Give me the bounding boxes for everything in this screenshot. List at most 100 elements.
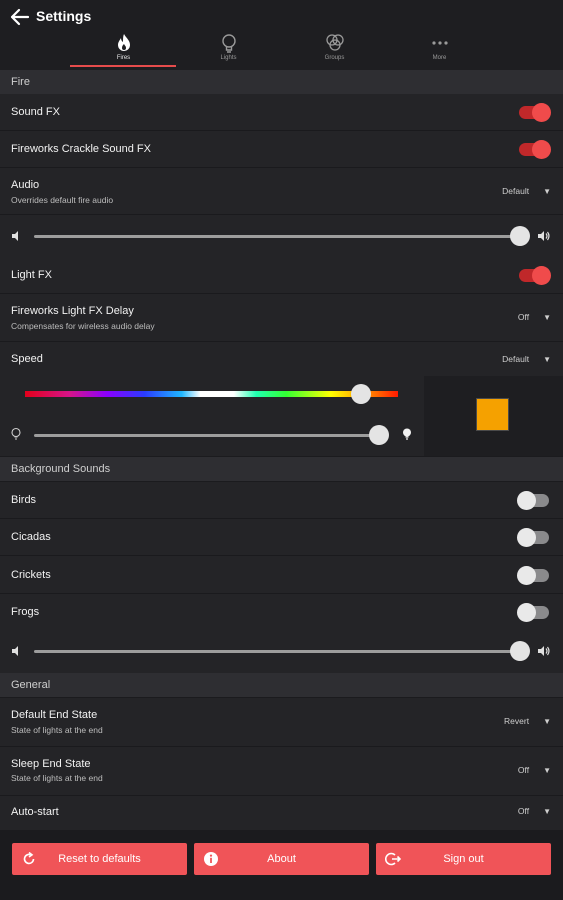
sleep-end-state-dropdown[interactable]: Off ▼ xyxy=(518,765,551,775)
tab-lights[interactable]: Lights xyxy=(176,30,281,68)
setting-label: Crickets xyxy=(11,569,51,581)
dropdown-value: Revert xyxy=(504,716,530,726)
volume-low-icon xyxy=(12,646,18,656)
color-swatch[interactable] xyxy=(476,398,509,431)
fireworks-delay-dropdown[interactable]: Off ▼ xyxy=(518,312,551,322)
tab-label: Groups xyxy=(324,55,345,61)
caret-down-icon: ▼ xyxy=(543,313,551,322)
brightness-slider-handle[interactable] xyxy=(369,425,389,445)
dropdown-value: Off xyxy=(517,765,530,775)
groups-icon xyxy=(325,34,344,51)
setting-audio[interactable]: Audio Overrides default fire audio Defau… xyxy=(0,168,563,215)
tab-label: Fires xyxy=(116,55,131,61)
hue-slider-handle[interactable] xyxy=(351,384,371,404)
flame-icon xyxy=(117,34,130,51)
dropdown-value: Default xyxy=(502,354,530,364)
setting-label: Speed xyxy=(11,353,43,365)
setting-label: Auto-start xyxy=(11,806,59,818)
light-fx-toggle[interactable] xyxy=(517,265,551,285)
volume-slider-handle[interactable] xyxy=(510,226,530,246)
volume-slider-handle[interactable] xyxy=(510,641,530,661)
setting-speed[interactable]: Speed Default ▼ xyxy=(0,342,563,376)
color-preview-area xyxy=(424,376,563,456)
hue-slider-track[interactable] xyxy=(25,391,398,397)
section-header-background-sounds: Background Sounds xyxy=(0,457,563,481)
tab-label: More xyxy=(432,55,447,61)
button-label: About xyxy=(267,853,296,865)
bulb-icon xyxy=(221,34,236,53)
color-controls xyxy=(0,376,563,456)
about-button[interactable]: About xyxy=(194,843,369,875)
auto-start-dropdown[interactable]: Off ▼ xyxy=(518,806,551,816)
section-title: General xyxy=(11,679,51,691)
section-header-general: General xyxy=(0,673,563,697)
setting-sleep-end-state[interactable]: Sleep End State State of lights at the e… xyxy=(0,747,563,796)
top-bar: Settings Fires Lights Groups More xyxy=(0,0,563,70)
setting-label: Default End State xyxy=(11,709,98,721)
setting-label: Frogs xyxy=(11,606,40,618)
setting-crickets[interactable]: Crickets xyxy=(0,556,563,594)
setting-label: Fireworks Light FX Delay xyxy=(11,305,134,317)
fireworks-crackle-toggle[interactable] xyxy=(517,139,551,159)
setting-label: Birds xyxy=(11,494,37,506)
volume-high-icon xyxy=(538,231,550,241)
background-volume-slider-row xyxy=(0,630,563,673)
caret-down-icon: ▼ xyxy=(543,807,551,816)
reset-to-defaults-button[interactable]: Reset to defaults xyxy=(12,843,187,875)
setting-label: Fireworks Crackle Sound FX xyxy=(11,143,151,155)
caret-down-icon: ▼ xyxy=(543,766,551,775)
default-end-state-dropdown[interactable]: Revert ▼ xyxy=(504,716,551,726)
button-label: Reset to defaults xyxy=(58,853,141,865)
section-title: Background Sounds xyxy=(11,463,111,475)
cicadas-toggle[interactable] xyxy=(517,527,551,547)
volume-low-icon xyxy=(12,231,18,241)
active-tab-indicator xyxy=(70,65,176,67)
bulb-bright-icon xyxy=(403,428,411,440)
setting-description: Compensates for wireless audio delay xyxy=(11,321,155,331)
setting-auto-start[interactable]: Auto-start Off ▼ xyxy=(0,796,563,830)
volume-high-icon xyxy=(538,646,550,656)
setting-fireworks-delay[interactable]: Fireworks Light FX Delay Compensates for… xyxy=(0,294,563,342)
more-icon xyxy=(431,41,448,45)
setting-label: Light FX xyxy=(11,269,52,281)
caret-down-icon: ▼ xyxy=(543,717,551,726)
setting-label: Cicadas xyxy=(11,531,51,543)
setting-label: Sound FX xyxy=(11,106,60,118)
page-title: Settings xyxy=(36,8,92,24)
caret-down-icon: ▼ xyxy=(543,355,551,364)
setting-cicadas[interactable]: Cicadas xyxy=(0,519,563,556)
button-label: Sign out xyxy=(443,853,484,865)
sign-out-button[interactable]: Sign out xyxy=(376,843,551,875)
setting-default-end-state[interactable]: Default End State State of lights at the… xyxy=(0,698,563,747)
setting-sound-fx[interactable]: Sound FX xyxy=(0,94,563,131)
tab-more[interactable]: More xyxy=(387,30,492,68)
audio-dropdown[interactable]: Default ▼ xyxy=(502,186,551,196)
section-title: Fire xyxy=(11,76,30,88)
birds-toggle[interactable] xyxy=(517,490,551,510)
volume-slider-track[interactable] xyxy=(34,235,520,238)
crickets-toggle[interactable] xyxy=(517,565,551,585)
caret-down-icon: ▼ xyxy=(543,187,551,196)
setting-light-fx[interactable]: Light FX xyxy=(0,257,563,294)
setting-description: Overrides default fire audio xyxy=(11,195,114,205)
brightness-slider-track[interactable] xyxy=(34,434,380,437)
setting-label: Audio xyxy=(11,179,40,191)
setting-birds[interactable]: Birds xyxy=(0,482,563,519)
tab-fires[interactable]: Fires xyxy=(71,30,176,68)
volume-slider-track[interactable] xyxy=(34,650,520,653)
fire-volume-slider-row xyxy=(0,215,563,257)
dropdown-value: Off xyxy=(517,806,530,816)
tab-groups[interactable]: Groups xyxy=(282,30,387,68)
sound-fx-toggle[interactable] xyxy=(517,102,551,122)
section-header-fire: Fire xyxy=(0,70,563,94)
bulb-dim-icon xyxy=(11,427,21,440)
dropdown-value: Default xyxy=(502,186,530,196)
tab-label: Lights xyxy=(220,55,237,61)
frogs-toggle[interactable] xyxy=(517,602,551,622)
speed-dropdown[interactable]: Default ▼ xyxy=(502,354,551,364)
setting-frogs[interactable]: Frogs xyxy=(0,594,563,630)
setting-fireworks-crackle[interactable]: Fireworks Crackle Sound FX xyxy=(0,131,563,168)
setting-description: State of lights at the end xyxy=(11,725,103,735)
back-arrow-icon[interactable] xyxy=(10,8,30,26)
setting-description: State of lights at the end xyxy=(11,773,103,783)
